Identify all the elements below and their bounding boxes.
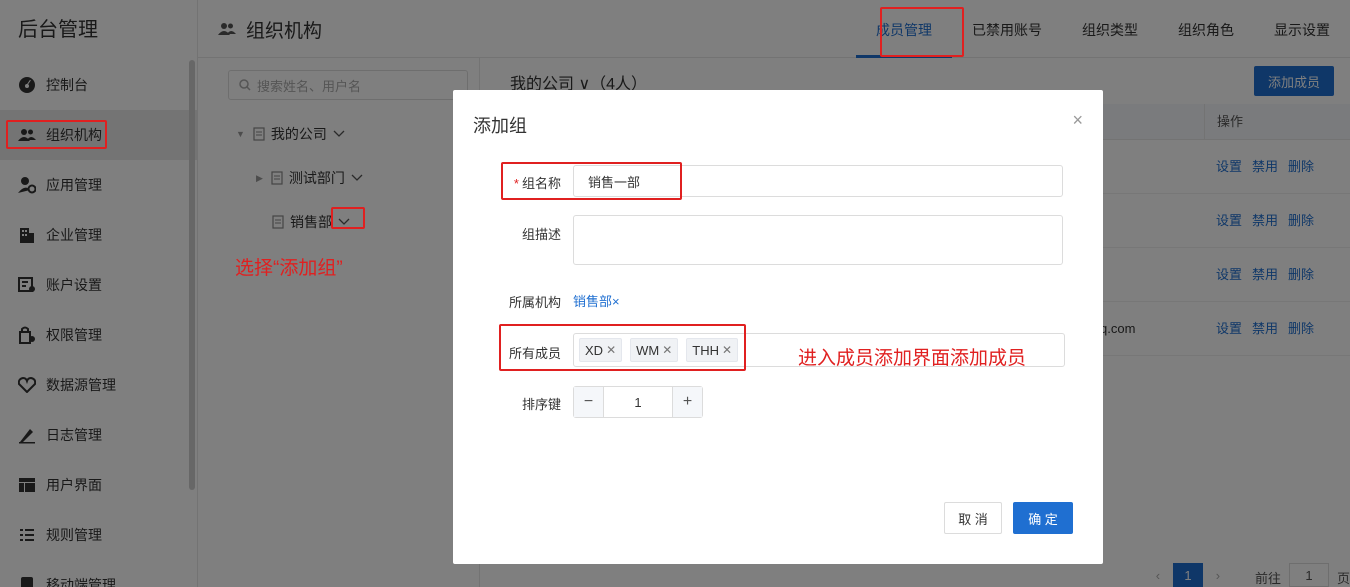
sort-key-value[interactable]: 1 [604,387,672,417]
org-tag-text: 销售部 [573,294,613,309]
annotation-box-members-tab [880,7,964,57]
dialog-title: 添加组 [473,116,527,136]
sort-key-label: 排序键 [521,397,561,412]
ok-button[interactable]: 确 定 [1013,502,1073,534]
decrement-button[interactable]: − [574,387,604,417]
remove-tag-icon[interactable]: × [612,294,620,309]
org-label: 所属机构 [508,295,561,310]
group-desc-textarea[interactable] [573,215,1063,265]
org-tag[interactable]: 销售部× [573,291,620,310]
add-group-dialog: 添加组 × * 组名称 销售一部 组描述 所属机构 销售部× 所有成员 XD ✕ W… [453,90,1103,564]
annotation-box-sales-chevron [331,207,365,229]
annotation-box-members [499,324,746,371]
annotation-box-org-menu [6,120,107,149]
annotation-box-group-name [501,162,682,200]
close-icon[interactable]: × [1072,110,1083,131]
annotation-select-add-group: 选择“添加组” [235,258,343,279]
annotation-enter-member-add: 进入成员添加界面添加成员 [798,348,1027,369]
increment-button[interactable]: + [672,387,702,417]
sort-key-stepper: − 1 + [573,386,703,418]
group-desc-label: 组描述 [521,227,561,242]
cancel-button[interactable]: 取 消 [944,502,1002,534]
